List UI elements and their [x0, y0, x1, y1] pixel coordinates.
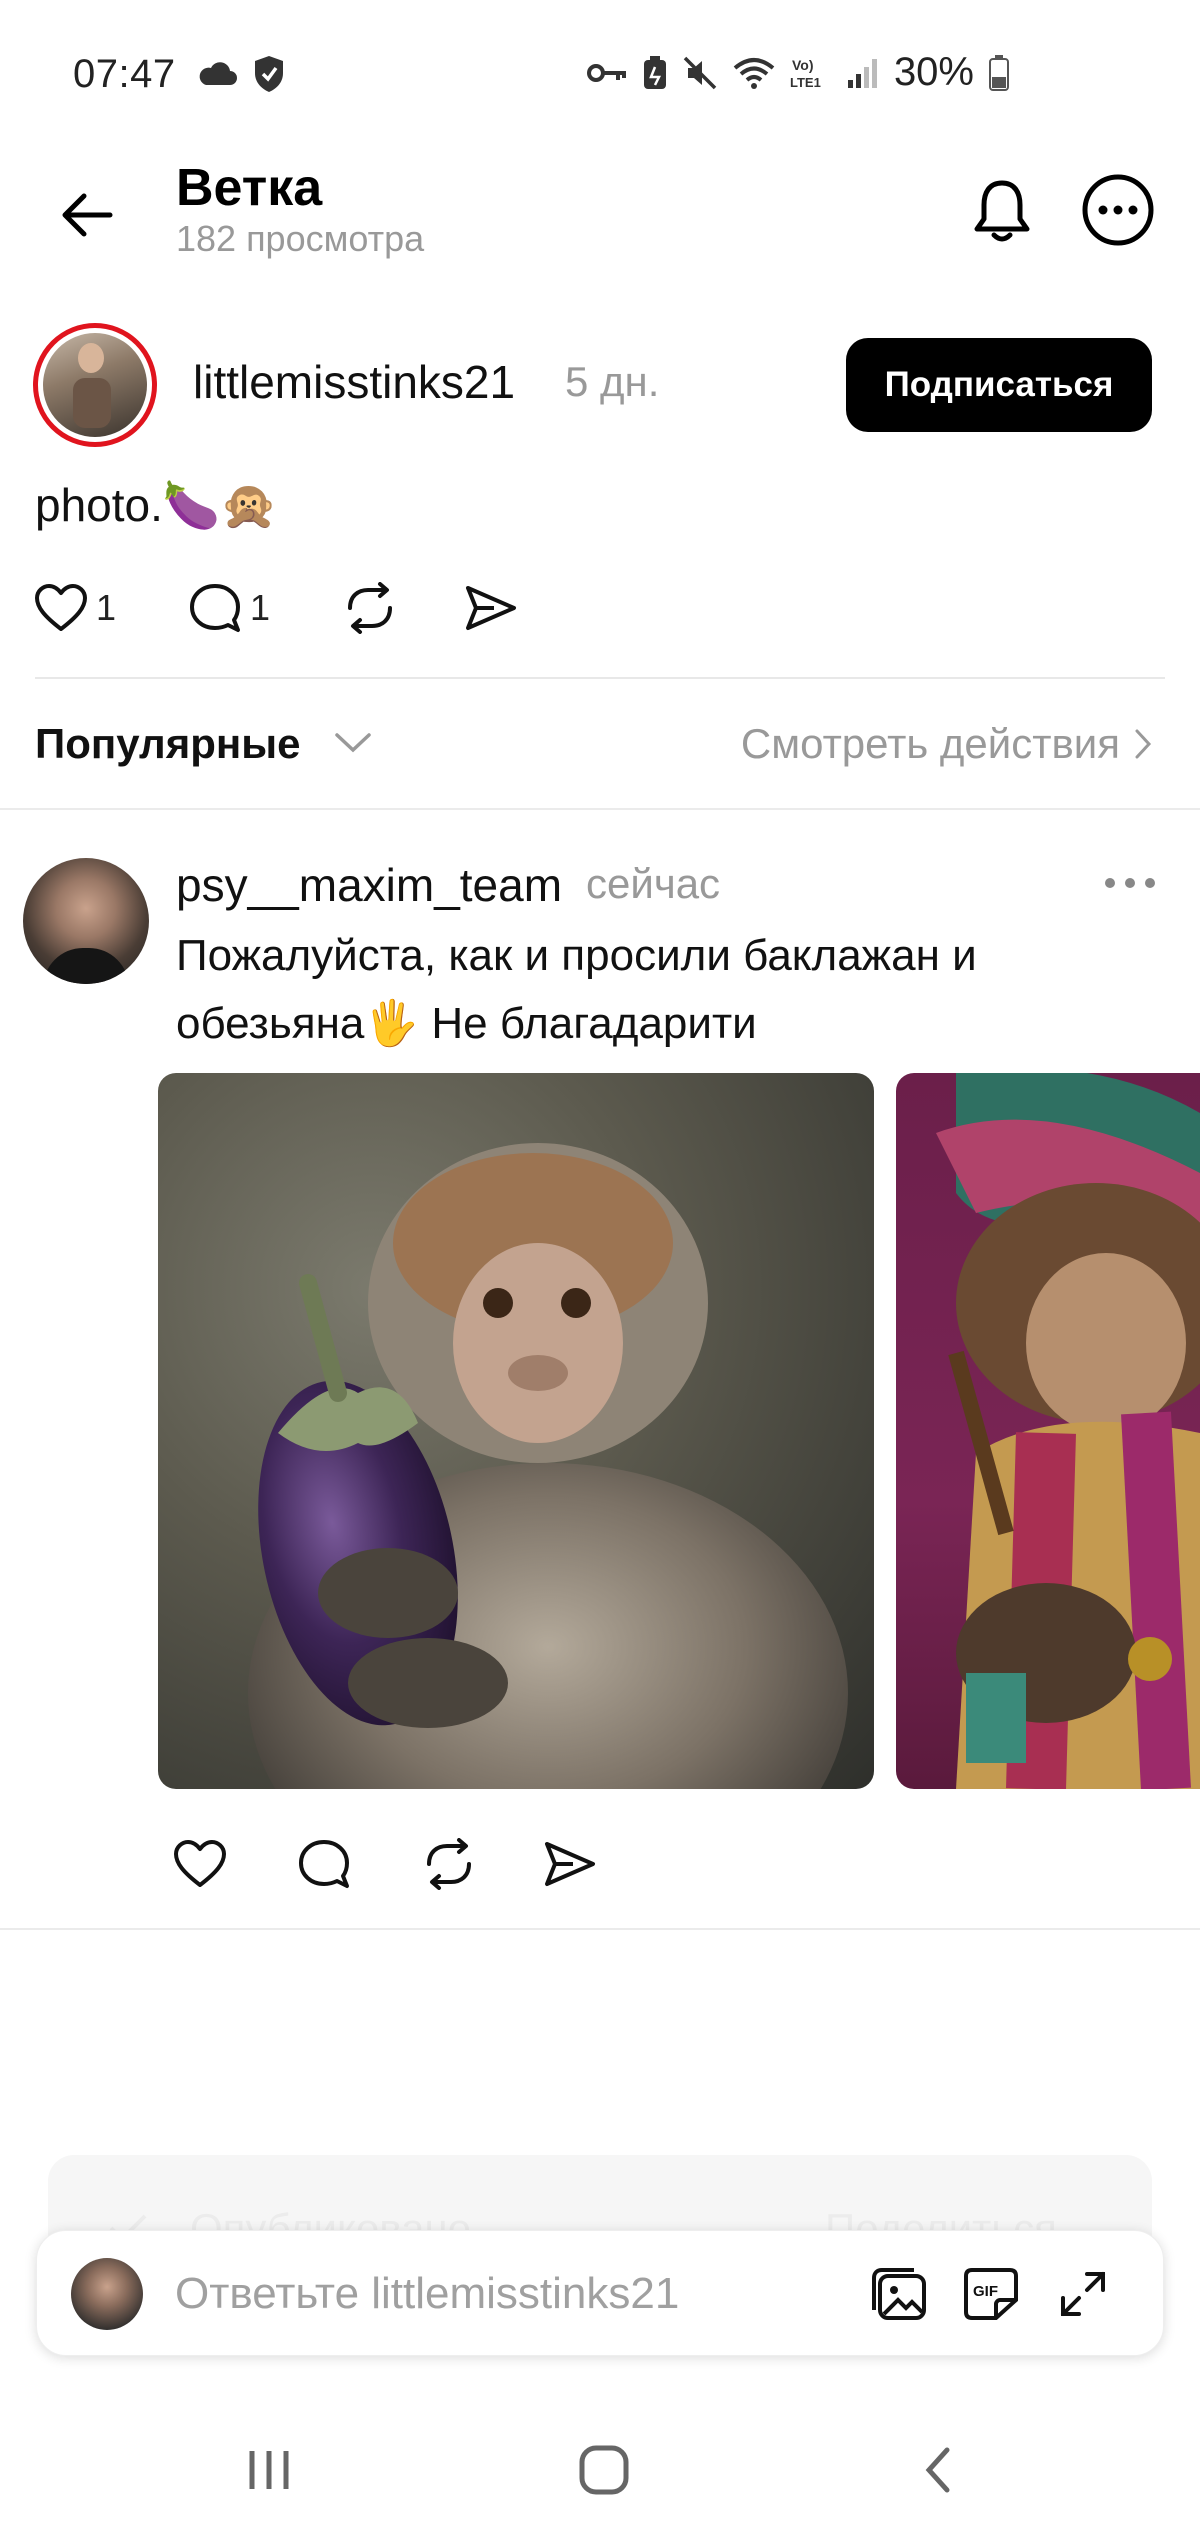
page-title: Ветка — [176, 159, 323, 217]
bell-icon — [974, 180, 1030, 242]
gif-button[interactable]: GIF — [961, 2264, 1021, 2324]
reply-timestamp: сейчас — [586, 860, 721, 907]
sort-dropdown[interactable]: Популярные — [35, 720, 300, 768]
chevron-right-icon — [1135, 729, 1152, 759]
battery-icon — [989, 54, 1009, 91]
comment-button[interactable]: 1 — [188, 582, 270, 634]
chevron-left-icon — [925, 2447, 950, 2493]
reply-avatar[interactable] — [23, 858, 149, 984]
shield-icon — [255, 56, 283, 92]
status-bar: 07:47 Vo) LTE1 30% — [0, 0, 1200, 150]
attach-image-button[interactable] — [869, 2264, 929, 2324]
home-button[interactable] — [564, 2440, 644, 2500]
views-count: 182 просмотра — [176, 218, 425, 259]
op-timestamp: 5 дн. — [565, 358, 660, 405]
comment-icon — [299, 1840, 349, 1888]
op-avatar[interactable] — [33, 323, 157, 447]
thread-header: Ветка 182 просмотра — [0, 150, 1200, 320]
svg-text:GIF: GIF — [973, 2283, 998, 2300]
battery-percent: 30% — [893, 50, 974, 94]
send-icon — [545, 1842, 595, 1886]
back-button[interactable] — [52, 180, 122, 250]
op-username[interactable]: littlemisstinks21 — [193, 355, 515, 409]
volte-icon: Vo) LTE1 — [790, 57, 821, 90]
view-activity-label: Смотреть действия — [740, 720, 1120, 767]
gallery-icon — [872, 2268, 926, 2320]
monkey-eggplant-illustration — [248, 1143, 848, 1789]
send-icon — [466, 586, 517, 630]
op-actions: 1 1 — [34, 582, 518, 634]
svg-text:Vo): Vo) — [792, 57, 814, 73]
more-circle-icon — [1082, 174, 1154, 246]
divider — [0, 1928, 1200, 1930]
divider — [0, 808, 1200, 810]
like-button[interactable]: 1 — [34, 583, 116, 633]
cloud-icon — [199, 62, 237, 85]
reply-composer: GIF — [36, 2230, 1164, 2356]
share-button[interactable] — [464, 584, 518, 632]
more-horizontal-icon — [1105, 878, 1155, 888]
home-icon — [579, 2445, 629, 2495]
comment-count: 1 — [250, 587, 271, 628]
arrow-left-icon — [62, 193, 113, 237]
divider — [35, 677, 1165, 679]
repost-button[interactable] — [342, 582, 398, 634]
expand-icon — [1061, 2272, 1105, 2316]
composer-avatar — [71, 2258, 143, 2330]
monkey-costume-illustration — [936, 1073, 1200, 1789]
battery-saver-icon — [643, 55, 666, 89]
heart-icon — [174, 1840, 226, 1887]
reply-input[interactable] — [175, 2259, 875, 2329]
signal-icon — [847, 58, 877, 88]
repost-icon — [348, 582, 393, 634]
reply-comment-button[interactable] — [297, 1838, 351, 1890]
repost-icon — [427, 1838, 471, 1890]
svg-text:LTE1: LTE1 — [790, 75, 821, 90]
reply-share-button[interactable] — [543, 1840, 597, 1888]
reply-image-monkey-eggplant[interactable] — [158, 1073, 874, 1789]
gif-icon: GIF — [964, 2268, 1018, 2320]
mute-icon — [683, 56, 717, 89]
reply-actions — [173, 1838, 597, 1890]
heart-icon — [35, 584, 87, 631]
reply-repost-button[interactable] — [421, 1838, 477, 1890]
view-activity-link[interactable]: Смотреть действия — [741, 720, 1152, 768]
reply-username[interactable]: psy__maxim_team — [176, 858, 562, 912]
like-count: 1 — [96, 587, 117, 628]
recents-button[interactable] — [229, 2440, 309, 2500]
wifi-icon — [733, 57, 775, 89]
chevron-down-icon[interactable] — [333, 730, 373, 756]
notifications-button[interactable] — [963, 172, 1041, 250]
reply-more-button[interactable] — [1100, 868, 1160, 898]
reply-like-button[interactable] — [173, 1839, 227, 1889]
reply-image-monkey-costume[interactable] — [896, 1073, 1200, 1789]
back-nav-button[interactable] — [898, 2440, 978, 2500]
system-nav-bar — [0, 2400, 1200, 2533]
follow-button[interactable]: Подписаться — [846, 338, 1152, 432]
op-text: photo.🍆🙊 — [35, 479, 278, 531]
status-time: 07:47 — [73, 52, 176, 96]
more-options-button[interactable] — [1078, 170, 1158, 250]
comment-icon — [190, 584, 241, 632]
recents-icon — [249, 2451, 289, 2489]
expand-button[interactable] — [1053, 2264, 1113, 2324]
reply-text: Пожалуйста, как и просили баклажан и обе… — [176, 931, 977, 1048]
key-icon — [586, 63, 626, 82]
